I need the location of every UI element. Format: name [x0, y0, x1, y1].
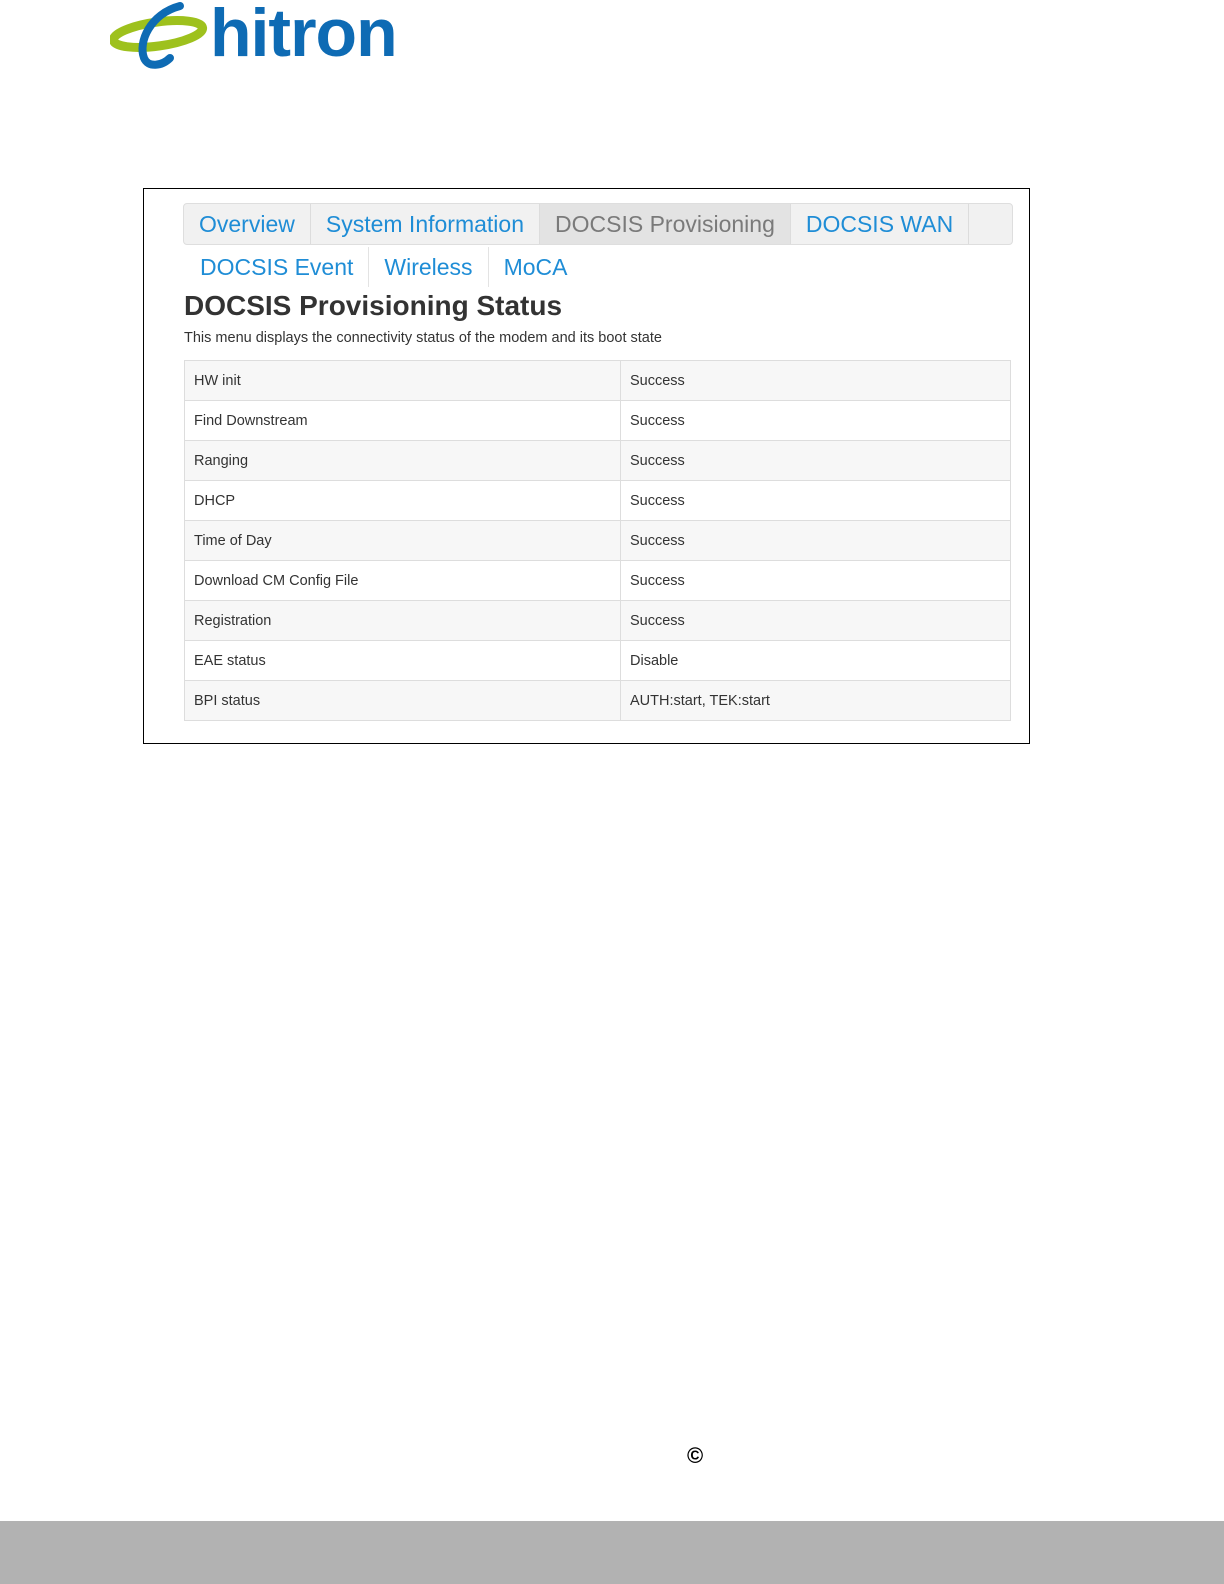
status-label: EAE status: [184, 640, 621, 681]
status-value: Success: [620, 600, 1011, 641]
status-label: Find Downstream: [184, 400, 621, 441]
tab-wireless[interactable]: Wireless: [369, 247, 489, 287]
footer-bar: [0, 1521, 1224, 1584]
table-row: Registration Success: [184, 600, 1011, 641]
table-row: Ranging Success: [184, 440, 1011, 481]
table-row: Download CM Config File Success: [184, 560, 1011, 601]
table-row: DHCP Success: [184, 480, 1011, 521]
provisioning-status-table: HW init Success Find Downstream Success Rang…: [184, 360, 1011, 721]
tab-moca[interactable]: MoCA: [489, 247, 583, 287]
status-label: BPI status: [184, 680, 621, 721]
table-row: EAE status Disable: [184, 640, 1011, 681]
status-value: Success: [620, 360, 1011, 401]
tab-docsis-wan[interactable]: DOCSIS WAN: [791, 204, 970, 244]
status-label: DHCP: [184, 480, 621, 521]
status-value: Success: [620, 440, 1011, 481]
table-row: BPI status AUTH:start, TEK:start: [184, 680, 1011, 721]
page-description: This menu displays the connectivity stat…: [184, 330, 662, 346]
status-label: Ranging: [184, 440, 621, 481]
screenshot-frame: Overview System Information DOCSIS Provisi…: [143, 188, 1030, 744]
status-label: Registration: [184, 600, 621, 641]
tab-overview[interactable]: Overview: [184, 204, 311, 244]
status-value: Success: [620, 560, 1011, 601]
tab-docsis-provisioning[interactable]: DOCSIS Provisioning: [540, 204, 791, 244]
status-label: Time of Day: [184, 520, 621, 561]
status-label: HW init: [184, 360, 621, 401]
table-row: Time of Day Success: [184, 520, 1011, 561]
page-title: DOCSIS Provisioning Status: [184, 290, 563, 321]
table-row: Find Downstream Success: [184, 400, 1011, 441]
status-value: Success: [620, 480, 1011, 521]
tab-docsis-event[interactable]: DOCSIS Event: [185, 247, 370, 287]
copyright-symbol: ©: [687, 1443, 704, 1468]
status-value: AUTH:start, TEK:start: [620, 680, 1011, 721]
tab-bar: Overview System Information DOCSIS Provisi…: [183, 203, 1013, 245]
tab-system-information[interactable]: System Information: [311, 204, 540, 244]
tab-bar-row2: DOCSIS Event Wireless MoCA: [185, 247, 582, 287]
status-label: Download CM Config File: [184, 560, 621, 601]
status-value: Success: [620, 400, 1011, 441]
status-value: Success: [620, 520, 1011, 561]
status-value: Disable: [620, 640, 1011, 681]
hitron-logo: hitron: [110, 0, 430, 72]
table-row: HW init Success: [184, 360, 1011, 401]
hitron-logo-text: hitron: [210, 0, 397, 71]
